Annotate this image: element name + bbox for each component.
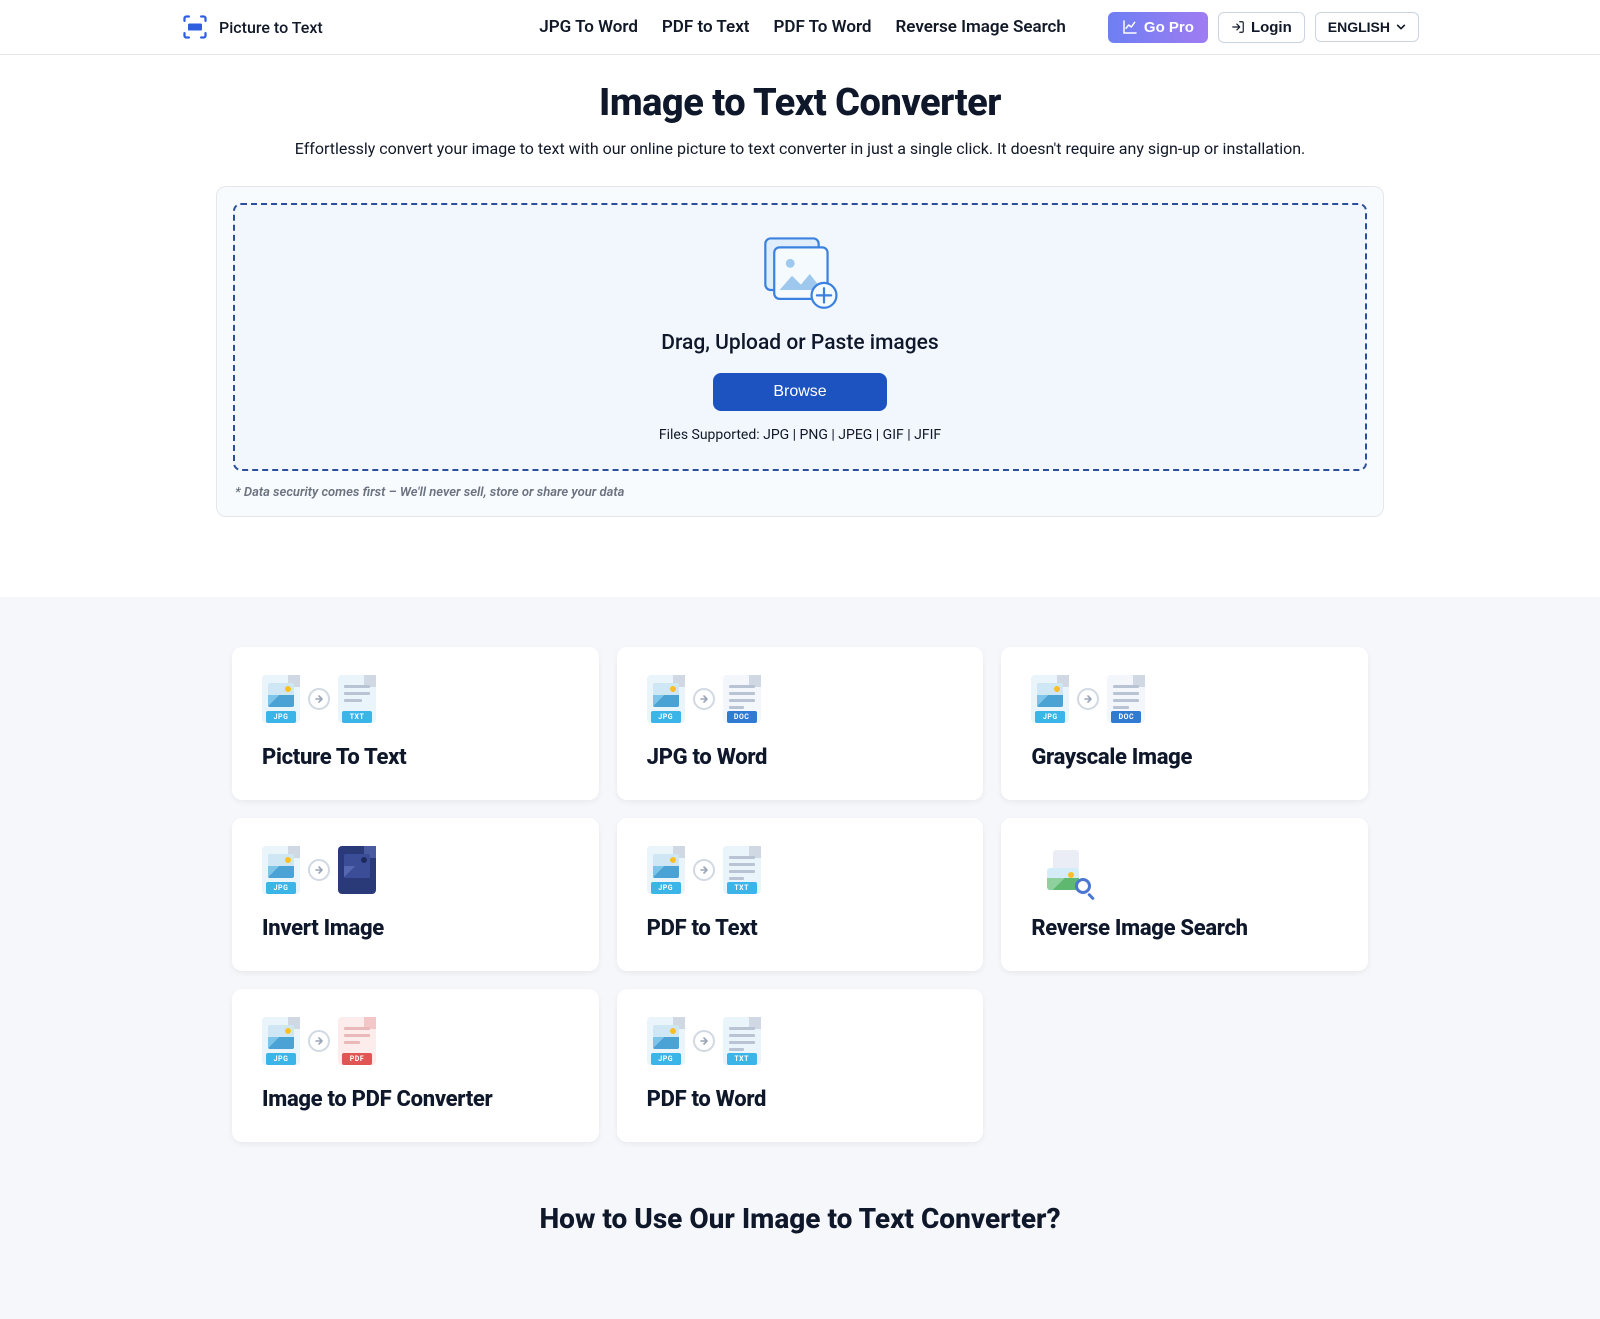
card-pdf-to-text[interactable]: JPG TXT PDF to Text — [617, 818, 984, 971]
card-icon: JPG TXT — [647, 1015, 954, 1067]
hero-section: Image to Text Converter Effortlessly con… — [165, 55, 1435, 557]
brand[interactable]: Picture to Text — [181, 13, 323, 41]
card-title: PDF to Text — [647, 916, 954, 941]
card-icon: JPG DOC — [647, 673, 954, 725]
arrow-right-icon — [308, 688, 330, 710]
login-button[interactable]: Login — [1218, 12, 1305, 43]
upload-dropzone[interactable]: Drag, Upload or Paste images Browse File… — [233, 203, 1367, 471]
security-note: * Data security comes first – We'll neve… — [233, 485, 1367, 500]
uploader-card: Drag, Upload or Paste images Browse File… — [216, 186, 1384, 517]
card-pdf-to-word[interactable]: JPG TXT PDF to Word — [617, 989, 984, 1142]
card-picture-to-text[interactable]: JPG TXT Picture To Text — [232, 647, 599, 800]
card-title: Image to PDF Converter — [262, 1087, 569, 1112]
site-header: Picture to Text JPG To Word PDF to Text … — [0, 0, 1600, 55]
page-title: Image to Text Converter — [181, 81, 1419, 125]
tools-section: JPG TXT Picture To Text JPG DOC JPG to W… — [0, 597, 1600, 1319]
nav-pdf-to-word[interactable]: PDF To Word — [774, 17, 872, 37]
card-grayscale-image[interactable]: JPG DOC Grayscale Image — [1001, 647, 1368, 800]
card-invert-image[interactable]: JPG Invert Image — [232, 818, 599, 971]
arrow-right-icon — [693, 859, 715, 881]
card-title: PDF to Word — [647, 1087, 954, 1112]
browse-button[interactable]: Browse — [713, 373, 886, 411]
language-label: ENGLISH — [1328, 19, 1390, 35]
card-reverse-image-search[interactable]: Reverse Image Search — [1001, 818, 1368, 971]
nav-reverse-image-search[interactable]: Reverse Image Search — [895, 17, 1065, 37]
arrow-right-icon — [1077, 688, 1099, 710]
card-title: Invert Image — [262, 916, 569, 941]
arrow-right-icon — [693, 688, 715, 710]
supported-formats: Files Supported: JPG | PNG | JPEG | GIF … — [659, 427, 941, 443]
nav-jpg-to-word[interactable]: JPG To Word — [539, 17, 638, 37]
upload-image-icon — [760, 235, 840, 313]
card-icon: JPG TXT — [262, 673, 569, 725]
page-subtitle: Effortlessly convert your image to text … — [181, 139, 1419, 158]
card-title: Reverse Image Search — [1031, 916, 1338, 941]
nav-pdf-to-text[interactable]: PDF to Text — [662, 17, 750, 37]
go-pro-label: Go Pro — [1144, 19, 1194, 36]
go-pro-button[interactable]: Go Pro — [1108, 12, 1208, 43]
card-title: JPG to Word — [647, 745, 954, 770]
brand-text: Picture to Text — [219, 18, 323, 37]
language-selector[interactable]: ENGLISH — [1315, 12, 1419, 42]
upload-headline: Drag, Upload or Paste images — [661, 331, 938, 355]
chart-icon — [1122, 19, 1138, 35]
card-icon: JPG DOC — [1031, 673, 1338, 725]
card-icon: JPG PDF — [262, 1015, 569, 1067]
card-icon — [1031, 844, 1338, 896]
arrow-right-icon — [308, 1030, 330, 1052]
main-nav: JPG To Word PDF to Text PDF To Word Reve… — [539, 12, 1419, 43]
arrow-right-icon — [693, 1030, 715, 1052]
card-icon: JPG TXT — [647, 844, 954, 896]
brand-icon — [181, 13, 209, 41]
card-title: Picture To Text — [262, 745, 569, 770]
card-icon: JPG — [262, 844, 569, 896]
card-title: Grayscale Image — [1031, 745, 1338, 770]
howto-heading: How to Use Our Image to Text Converter? — [0, 1202, 1600, 1239]
chevron-down-icon — [1396, 22, 1406, 32]
arrow-right-icon — [308, 859, 330, 881]
card-image-to-pdf[interactable]: JPG PDF Image to PDF Converter — [232, 989, 599, 1142]
login-icon — [1231, 20, 1245, 34]
card-jpg-to-word[interactable]: JPG DOC JPG to Word — [617, 647, 984, 800]
login-label: Login — [1251, 19, 1292, 36]
